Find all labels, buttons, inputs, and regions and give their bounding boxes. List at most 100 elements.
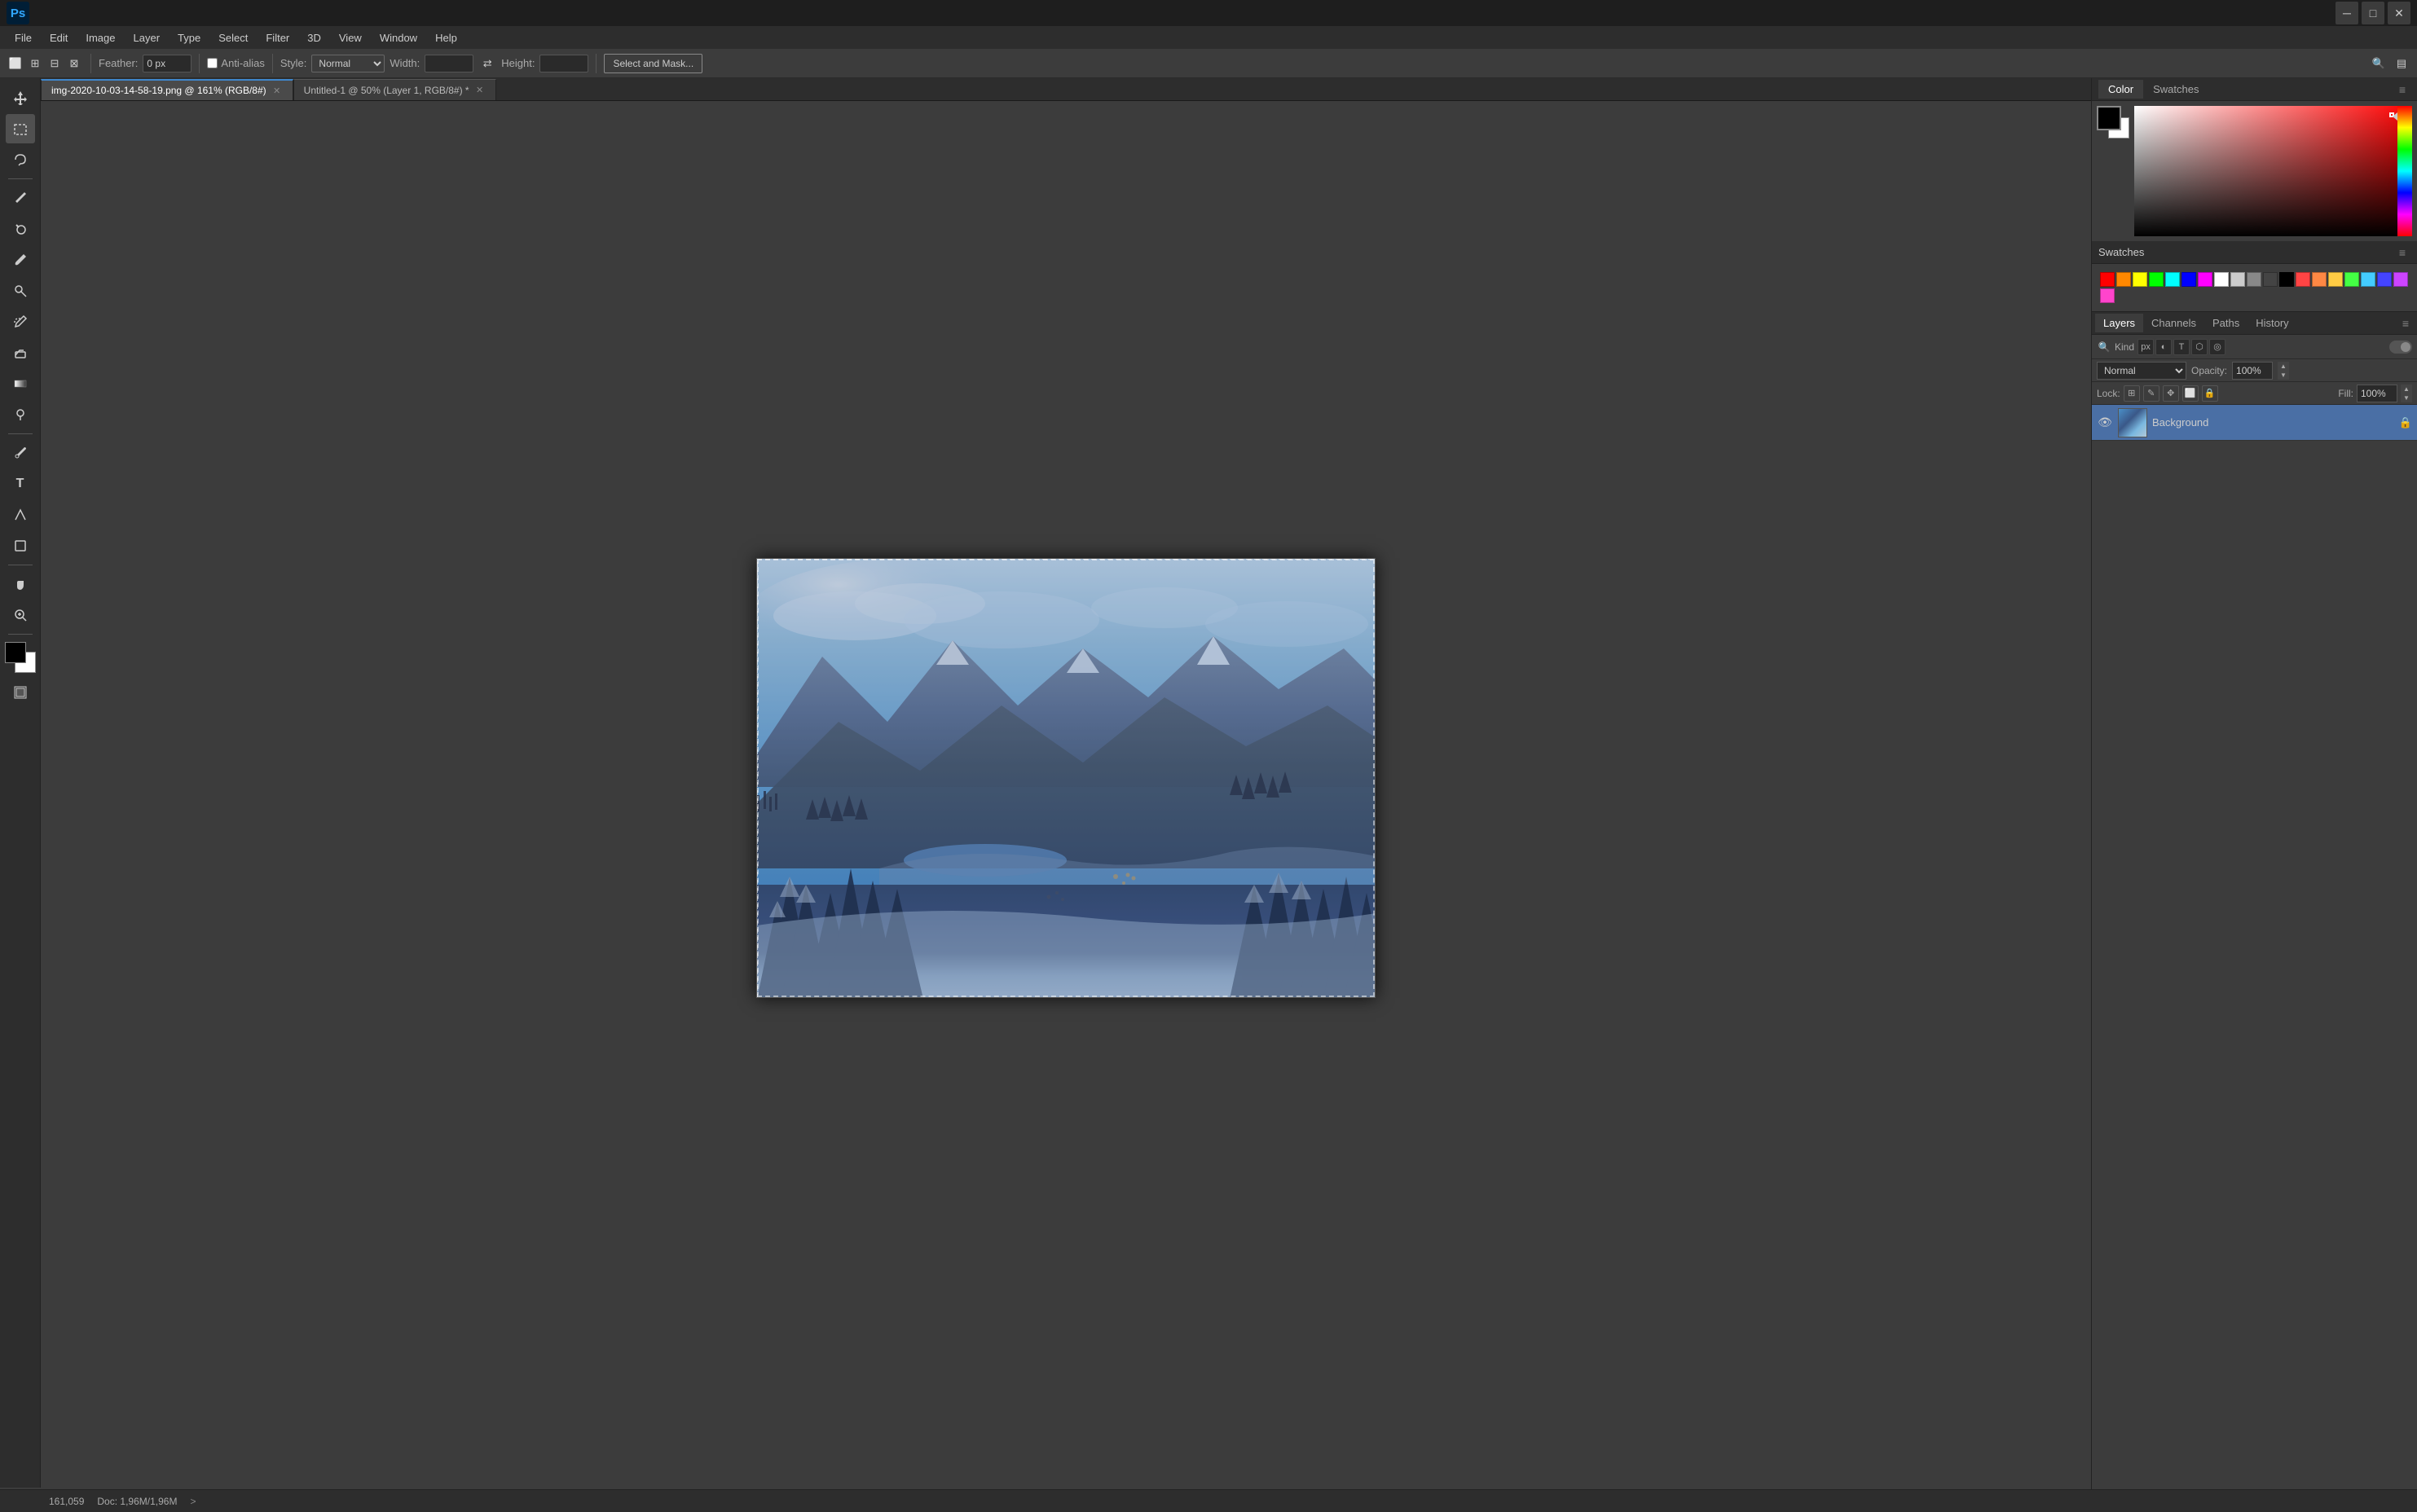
tool-shape[interactable] [6, 531, 35, 560]
swatch-color[interactable] [2247, 272, 2261, 287]
fg-color-box[interactable] [2097, 106, 2121, 130]
tool-clone[interactable] [6, 276, 35, 305]
menu-item-window[interactable]: Window [372, 29, 425, 46]
filter-type-btn[interactable]: T [2173, 339, 2190, 355]
intersect-selection-btn[interactable]: ⊠ [65, 55, 83, 73]
menu-item-3d[interactable]: 3D [299, 29, 329, 46]
filter-smart-btn[interactable]: ◎ [2209, 339, 2225, 355]
tool-zoom[interactable] [6, 600, 35, 630]
tool-lasso[interactable] [6, 145, 35, 174]
menu-item-help[interactable]: Help [427, 29, 465, 46]
menu-item-file[interactable]: File [7, 29, 40, 46]
swatch-color[interactable] [2181, 272, 2196, 287]
filter-adjust-btn[interactable]: ◐ [2155, 339, 2172, 355]
lock-image-btn[interactable]: ✎ [2143, 385, 2159, 402]
color-gradient-area[interactable] [2134, 106, 2412, 236]
canvas-area[interactable] [41, 101, 2091, 1488]
foreground-color-swatch[interactable] [5, 642, 26, 663]
tab-close-btn[interactable]: ✕ [271, 85, 283, 96]
tab-swatches[interactable]: Swatches [2143, 80, 2208, 99]
tool-select-rect[interactable] [6, 114, 35, 143]
fill-input[interactable] [2357, 385, 2397, 402]
tool-pen[interactable] [6, 438, 35, 468]
minimize-button[interactable]: ─ [2336, 2, 2358, 24]
height-input[interactable] [539, 55, 588, 73]
fill-arrows[interactable]: ▲ ▼ [2401, 385, 2412, 402]
layer-item[interactable]: 👁 Background 🔒 [2092, 405, 2417, 441]
menu-item-layer[interactable]: Layer [125, 29, 169, 46]
swatch-color[interactable] [2279, 272, 2294, 287]
canvas-image[interactable] [756, 558, 1376, 998]
feather-input[interactable] [143, 55, 192, 73]
saturation-value-picker[interactable] [2134, 106, 2412, 236]
subtract-selection-btn[interactable]: ⊟ [46, 55, 64, 73]
menu-item-edit[interactable]: Edit [42, 29, 76, 46]
doc-tab-tab1[interactable]: img-2020-10-03-14-58-19.png @ 161% (RGB/… [41, 79, 293, 100]
swatch-color[interactable] [2116, 272, 2131, 287]
screen-mode-btn[interactable] [6, 678, 35, 707]
tool-eraser[interactable] [6, 338, 35, 367]
swatch-color[interactable] [2263, 272, 2278, 287]
tool-spot-heal[interactable] [6, 214, 35, 244]
swatch-color[interactable] [2377, 272, 2392, 287]
swatch-color[interactable] [2296, 272, 2310, 287]
hue-bar[interactable] [2397, 106, 2412, 236]
window-controls[interactable]: ─ □ ✕ [2336, 2, 2410, 24]
swatch-color[interactable] [2328, 272, 2343, 287]
tool-gradient[interactable] [6, 369, 35, 398]
tab-history[interactable]: History [2248, 314, 2296, 332]
tab-close-btn[interactable]: ✕ [474, 85, 486, 96]
color-swatches-small[interactable] [2097, 106, 2129, 138]
anti-alias-area[interactable]: Anti-alias [207, 57, 264, 69]
anti-alias-checkbox[interactable] [207, 58, 218, 68]
lock-position-btn[interactable]: ✥ [2163, 385, 2179, 402]
style-dropdown[interactable]: Normal [311, 55, 385, 73]
new-selection-btn[interactable]: ⬜ [7, 55, 24, 73]
swatch-color[interactable] [2230, 272, 2245, 287]
blend-mode-dropdown[interactable]: Normal [2097, 362, 2186, 380]
add-selection-btn[interactable]: ⊞ [26, 55, 44, 73]
swatch-color[interactable] [2361, 272, 2375, 287]
menu-item-filter[interactable]: Filter [258, 29, 297, 46]
menu-item-image[interactable]: Image [77, 29, 123, 46]
tool-eyedropper[interactable] [6, 183, 35, 213]
tool-text[interactable]: T [6, 469, 35, 499]
menu-item-type[interactable]: Type [169, 29, 209, 46]
swatch-color[interactable] [2149, 272, 2164, 287]
lock-artboard-btn[interactable]: ⬜ [2182, 385, 2199, 402]
tool-dodge[interactable] [6, 400, 35, 429]
tool-brush[interactable] [6, 245, 35, 275]
tool-move[interactable] [6, 83, 35, 112]
swatch-color[interactable] [2344, 272, 2359, 287]
fill-up-arrow[interactable]: ▲ [2401, 385, 2412, 393]
color-swatch-area[interactable] [5, 642, 36, 673]
doc-tab-tab2[interactable]: Untitled-1 @ 50% (Layer 1, RGB/8#) * ✕ [293, 79, 496, 100]
layer-list[interactable]: 👁 Background 🔒 [2092, 405, 2417, 1489]
opacity-arrows[interactable]: ▲ ▼ [2278, 362, 2289, 380]
lock-all-btn[interactable]: 🔒 [2202, 385, 2218, 402]
tab-layers[interactable]: Layers [2095, 314, 2143, 332]
color-panel-menu-btn[interactable]: ≡ [2394, 81, 2410, 98]
fill-down-arrow[interactable]: ▼ [2401, 393, 2412, 402]
opacity-input[interactable] [2232, 362, 2273, 380]
layers-panel-menu-btn[interactable]: ≡ [2397, 315, 2414, 332]
swatches-panel-header[interactable]: Swatches ≡ [2092, 241, 2417, 264]
opacity-down-arrow[interactable]: ▼ [2278, 371, 2289, 380]
tab-color[interactable]: Color [2098, 80, 2143, 99]
opacity-up-arrow[interactable]: ▲ [2278, 362, 2289, 371]
swatch-color[interactable] [2393, 272, 2408, 287]
filter-toggle[interactable] [2389, 341, 2412, 354]
swatches-panel-menu-btn[interactable]: ≡ [2394, 244, 2410, 261]
filter-shape-btn[interactable]: ⬡ [2191, 339, 2208, 355]
swatch-color[interactable] [2165, 272, 2180, 287]
tab-channels[interactable]: Channels [2143, 314, 2204, 332]
swatch-color[interactable] [2100, 272, 2115, 287]
tool-history-brush[interactable] [6, 307, 35, 336]
select-mask-button[interactable]: Select and Mask... [604, 54, 702, 73]
swatch-color[interactable] [2312, 272, 2327, 287]
width-input[interactable] [425, 55, 473, 73]
maximize-button[interactable]: □ [2362, 2, 2384, 24]
swatch-color[interactable] [2198, 272, 2212, 287]
layer-visibility-toggle[interactable]: 👁 [2097, 415, 2113, 431]
tab-paths[interactable]: Paths [2204, 314, 2248, 332]
